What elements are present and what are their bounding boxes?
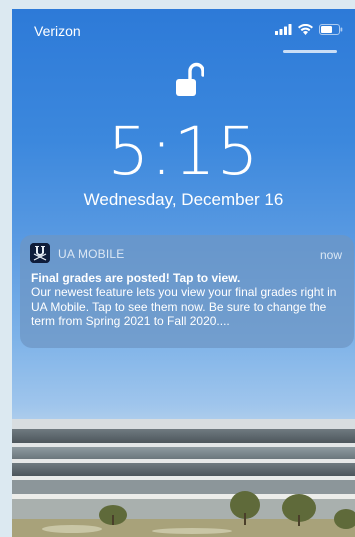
lock-screen: Verizon 5:15 Wednesday, December 16 UA M… (12, 9, 355, 537)
wallpaper-building (12, 419, 355, 537)
control-center-indicator[interactable] (283, 50, 337, 53)
lock-screen-date: Wednesday, December 16 (83, 190, 284, 209)
notification-card[interactable]: UA MOBILE now Final grades are posted! T… (20, 235, 354, 348)
ua-mobile-app-icon (30, 243, 50, 263)
status-icons (275, 22, 343, 40)
battery-icon (319, 22, 343, 40)
notification-body: Our newest feature lets you view your fi… (31, 285, 337, 328)
lock-screen-time: 5:15 (107, 113, 260, 190)
notification-time: now (319, 248, 342, 262)
status-bar: Verizon (12, 9, 355, 53)
carrier-label: Verizon (34, 23, 81, 39)
unlocked-padlock-icon (174, 61, 205, 101)
signal-icon (275, 22, 292, 40)
notification-title: Final grades are posted! Tap to view. (31, 271, 241, 285)
wifi-icon (298, 22, 313, 40)
notification-app-name: UA MOBILE (58, 247, 125, 261)
